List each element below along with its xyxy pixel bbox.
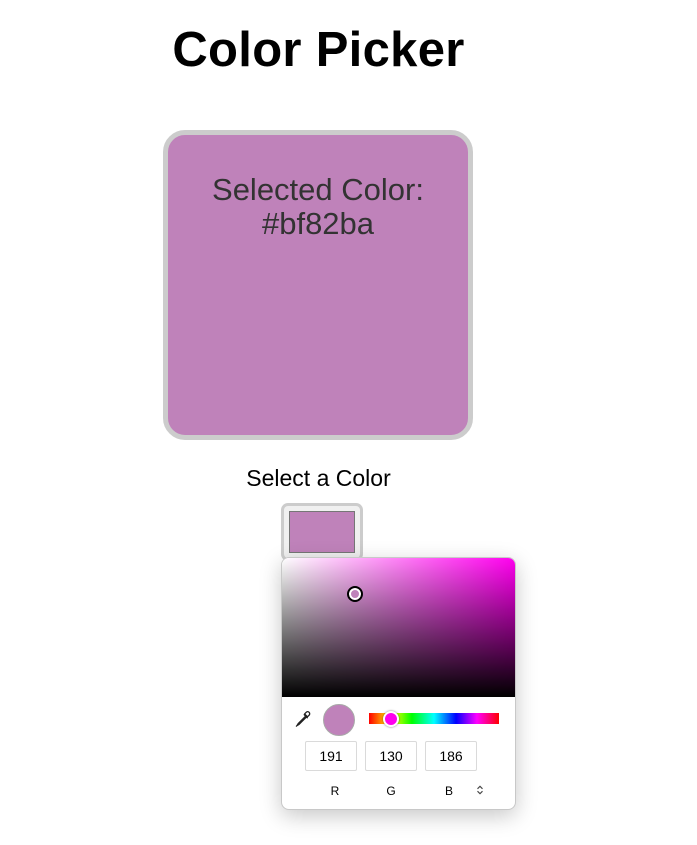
- chevron-up-down-icon[interactable]: [476, 785, 484, 798]
- eyedropper-icon[interactable]: [294, 710, 312, 728]
- value-gradient: [282, 558, 515, 697]
- current-color-swatch: [323, 704, 355, 736]
- green-channel-label: G: [386, 784, 396, 798]
- page-title: Color Picker: [172, 23, 465, 77]
- hue-slider-handle[interactable]: [383, 711, 399, 727]
- blue-channel-label: B: [444, 784, 453, 798]
- selected-color-hex: #bf82ba: [261, 206, 375, 241]
- green-channel-input[interactable]: [365, 741, 417, 771]
- red-channel-label: R: [330, 784, 340, 798]
- preview-text: Selected Color: #bf82ba: [168, 173, 468, 241]
- red-channel-input[interactable]: [305, 741, 357, 771]
- saturation-value-handle[interactable]: [347, 586, 363, 602]
- color-picker-popup: R G B: [281, 557, 516, 810]
- selected-color-label: Selected Color:: [212, 172, 424, 207]
- saturation-value-area[interactable]: [282, 558, 515, 697]
- blue-channel-input[interactable]: [425, 741, 477, 771]
- color-input-button[interactable]: [281, 503, 363, 561]
- color-input-swatch[interactable]: [289, 511, 355, 553]
- select-color-label: Select a Color: [246, 465, 391, 491]
- color-preview-box: Selected Color: #bf82ba: [163, 130, 473, 440]
